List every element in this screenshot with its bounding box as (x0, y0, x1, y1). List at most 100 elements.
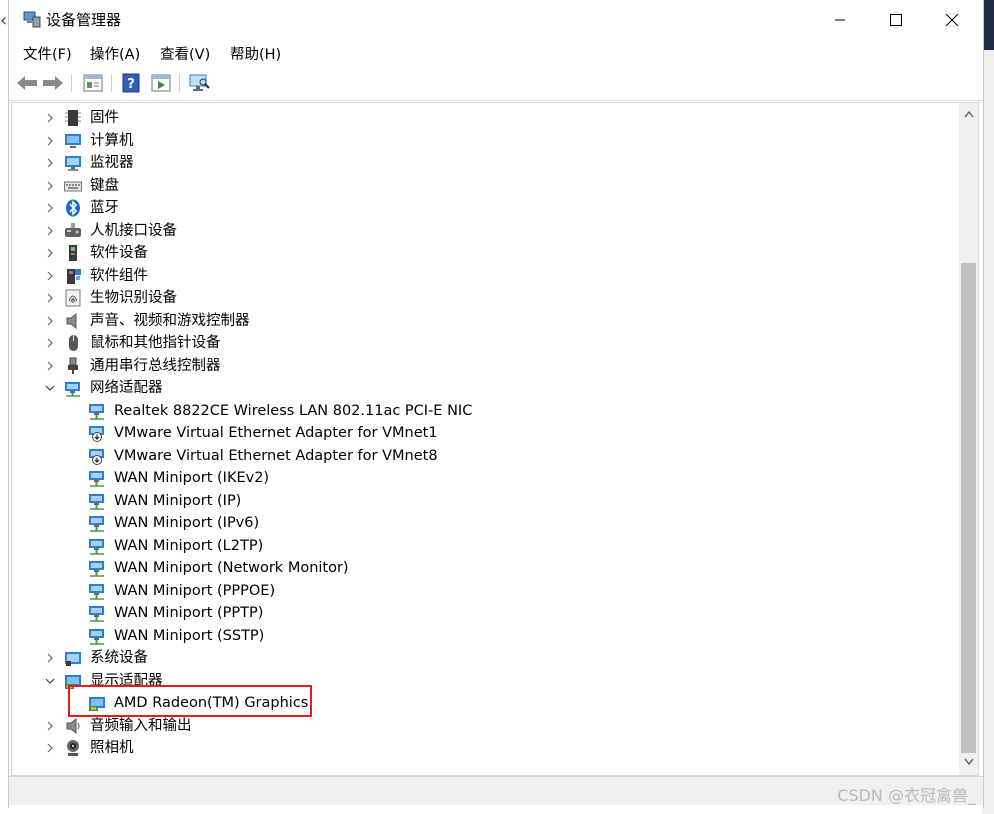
network-adapter-disabled-icon (88, 447, 106, 465)
properties-button[interactable] (81, 71, 105, 95)
chevron-right-icon[interactable] (44, 315, 56, 327)
firmware-icon (64, 109, 82, 127)
tree-device-row[interactable]: WAN Miniport (SSTP) (12, 625, 952, 647)
chevron-right-icon[interactable] (44, 292, 56, 304)
forward-icon (43, 76, 63, 90)
tree-node-label: WAN Miniport (IP) (114, 492, 242, 509)
tree-node-label: VMware Virtual Ethernet Adapter for VMne… (114, 425, 438, 441)
menu-file[interactable]: 文件(F) (19, 43, 76, 64)
maximize-button[interactable] (866, 0, 926, 40)
tree-category-row[interactable]: 系统设备 (12, 647, 952, 669)
tree-device-row[interactable]: WAN Miniport (Network Monitor) (12, 557, 952, 579)
chevron-down-icon[interactable] (44, 675, 56, 687)
tree-node-label: 鼠标和其他指针设备 (90, 335, 221, 351)
network-adapter-icon (88, 559, 106, 577)
tree-category-row[interactable]: 蓝牙 (12, 197, 952, 219)
hid-icon (64, 222, 82, 240)
tree-device-row[interactable]: WAN Miniport (PPTP) (12, 602, 952, 624)
highlight-annotation-box (68, 685, 312, 717)
scrollbar-thumb[interactable] (961, 263, 976, 753)
fingerprint-icon (64, 289, 82, 307)
tree-node-label: 软件组件 (90, 267, 148, 284)
chevron-right-icon[interactable] (44, 135, 56, 147)
tree-device-row[interactable]: WAN Miniport (PPPOE) (12, 580, 952, 602)
network-adapter-icon (88, 604, 106, 622)
tree-node-label: WAN Miniport (L2TP) (114, 537, 264, 554)
chevron-right-icon[interactable] (44, 652, 56, 664)
tree-category-row[interactable]: 网络适配器 (12, 377, 952, 399)
tree-category-row[interactable]: 监视器 (12, 152, 952, 174)
network-icon (64, 379, 82, 397)
tree-category-row[interactable]: 计算机 (12, 130, 952, 152)
tree-category-row[interactable]: 固件 (12, 107, 952, 129)
help-icon: ? (122, 73, 140, 93)
menubar: 文件(F) 操作(A) 查看(V) 帮助(H) (9, 40, 983, 66)
chevron-right-icon[interactable] (44, 202, 56, 214)
tree-node-label: Realtek 8822CE Wireless LAN 802.11ac PCI… (114, 402, 473, 419)
tree-node-label: 系统设备 (90, 650, 148, 666)
vertical-scrollbar[interactable] (959, 102, 979, 776)
chevron-right-icon[interactable] (44, 360, 56, 372)
network-adapter-icon (88, 469, 106, 487)
help-button[interactable]: ? (119, 71, 143, 95)
tree-category-row[interactable]: 键盘 (12, 175, 952, 197)
scan-hardware-button[interactable] (187, 71, 211, 95)
tree-node-label: 照相机 (90, 740, 134, 756)
toolbar-separator (111, 74, 112, 92)
chevron-right-icon[interactable] (44, 225, 56, 237)
tree-category-row[interactable]: 生物识别设备 (12, 287, 952, 309)
chevron-right-icon[interactable] (44, 180, 56, 192)
tree-node-label: 固件 (90, 110, 119, 126)
network-adapter-disabled-icon (88, 424, 106, 442)
menu-action[interactable]: 操作(A) (86, 43, 144, 64)
back-button[interactable] (15, 71, 39, 95)
close-icon (946, 14, 958, 26)
tree-category-row[interactable]: 照相机 (12, 737, 952, 759)
audio-icon (64, 717, 82, 735)
run-icon (151, 74, 171, 92)
tree-category-row[interactable]: 软件设备 (12, 242, 952, 264)
tree-category-row[interactable]: 鼠标和其他指针设备 (12, 332, 952, 354)
tree-category-row[interactable]: 音频输入和输出 (12, 715, 952, 737)
network-adapter-icon (88, 492, 106, 510)
tree-device-row[interactable]: VMware Virtual Ethernet Adapter for VMne… (12, 445, 952, 467)
chevron-right-icon[interactable] (44, 337, 56, 349)
close-button[interactable] (922, 0, 982, 40)
tree-node-label: WAN Miniport (PPPOE) (114, 582, 276, 599)
chevron-right-icon[interactable] (44, 742, 56, 754)
network-adapter-icon (88, 582, 106, 600)
tree-device-row[interactable]: WAN Miniport (IKEv2) (12, 467, 952, 489)
tree-category-row[interactable]: 人机接口设备 (12, 220, 952, 242)
chevron-right-icon[interactable] (44, 157, 56, 169)
chevron-right-icon[interactable] (44, 247, 56, 259)
chevron-right-icon[interactable] (44, 720, 56, 732)
device-tree[interactable]: 固件计算机监视器 键盘蓝牙人机接口设备软件设备软件组件生物识别设备 声音、视频和游戏… (11, 102, 961, 776)
scroll-up-button[interactable] (959, 105, 978, 123)
tree-node-label: 蓝牙 (90, 200, 119, 216)
network-adapter-icon (88, 537, 106, 555)
computer-icon (64, 132, 82, 150)
tree-device-row[interactable]: WAN Miniport (IPv6) (12, 512, 952, 534)
tree-node-label: WAN Miniport (IKEv2) (114, 470, 270, 486)
scroll-down-button[interactable] (959, 753, 978, 771)
tree-category-row[interactable]: 通用串行总线控制器 (12, 355, 952, 377)
svg-text:?: ? (127, 77, 135, 92)
minimize-button[interactable] (810, 0, 870, 40)
run-button[interactable] (149, 71, 173, 95)
tree-device-row[interactable]: WAN Miniport (L2TP) (12, 535, 952, 557)
tree-category-row[interactable]: 声音、视频和游戏控制器 (12, 310, 952, 332)
chevron-down-icon[interactable] (44, 382, 56, 394)
tree-device-row[interactable]: Realtek 8822CE Wireless LAN 802.11ac PCI… (12, 400, 952, 422)
tree-category-row[interactable]: 软件组件 (12, 265, 952, 287)
maximize-icon (890, 14, 902, 26)
forward-button[interactable] (41, 71, 65, 95)
chevron-right-icon[interactable] (44, 270, 56, 282)
chevron-right-icon[interactable] (44, 112, 56, 124)
tree-device-row[interactable]: WAN Miniport (IP) (12, 490, 952, 512)
menu-view[interactable]: 查看(V) (156, 43, 214, 64)
software-component-icon (64, 267, 82, 285)
menu-help[interactable]: 帮助(H) (226, 43, 285, 64)
tree-node-label: 计算机 (90, 132, 134, 149)
tree-device-row[interactable]: VMware Virtual Ethernet Adapter for VMne… (12, 422, 952, 444)
tree-node-label: 软件设备 (90, 245, 148, 261)
